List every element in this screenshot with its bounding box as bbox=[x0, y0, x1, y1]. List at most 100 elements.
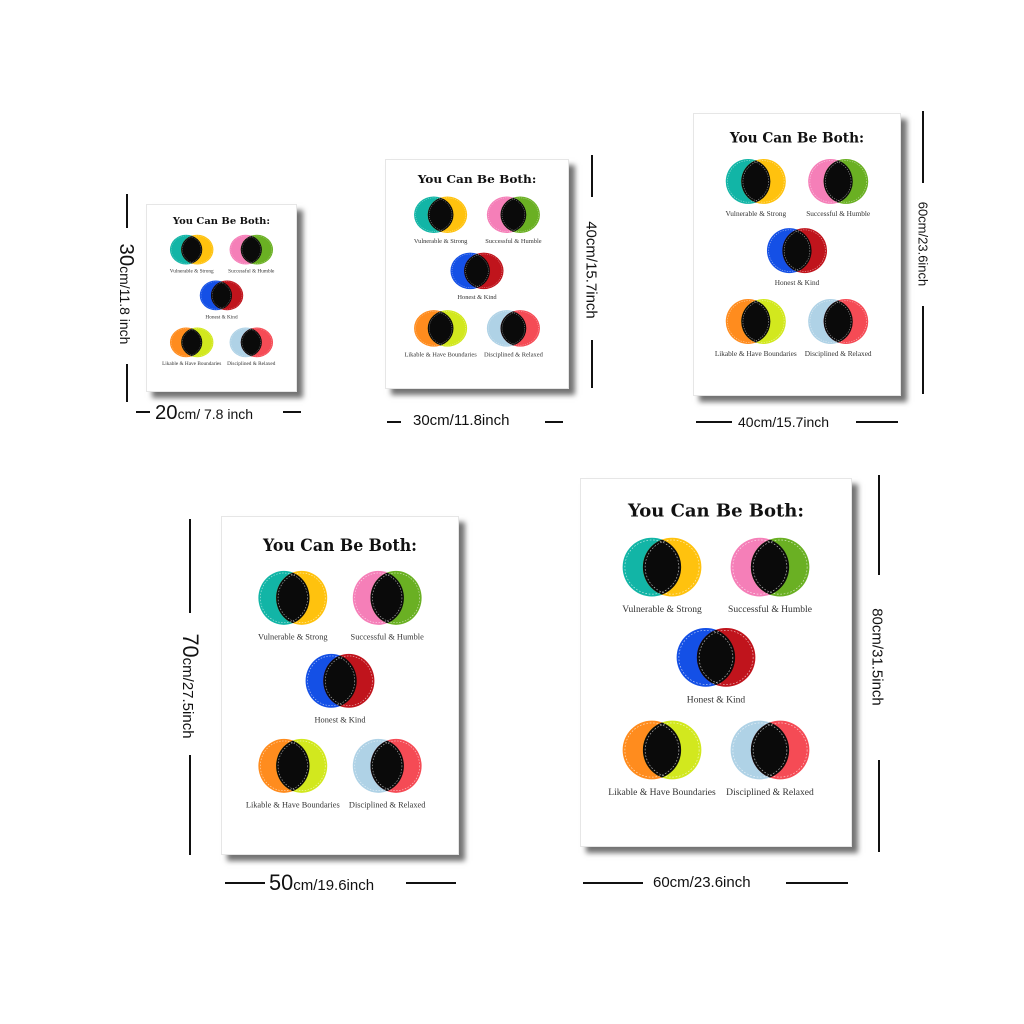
venn-pair: Disciplined & Relaxed bbox=[726, 720, 814, 798]
width-number: 50 bbox=[269, 870, 294, 895]
poster-20x30: You Can Be Both: Vulnerable & Strong Succe… bbox=[146, 204, 297, 392]
venn-pair: Successful & Humble bbox=[485, 196, 542, 245]
venn-label: Vulnerable & Strong bbox=[725, 209, 786, 218]
venn-pair: Honest & Kind bbox=[305, 653, 375, 724]
width-number: 20 bbox=[155, 402, 178, 424]
width-unit: cm/19.6inch bbox=[293, 877, 375, 894]
venn-pair: Successful & Humble bbox=[228, 234, 275, 275]
venn-pair: Disciplined & Relaxed bbox=[484, 310, 544, 358]
width-rule-right bbox=[545, 421, 563, 423]
width-text: 40cm/15.7inch bbox=[738, 414, 830, 430]
poster-art: You Can Be Both: Vulnerable & Strong Succe… bbox=[715, 130, 872, 358]
venn-label: Successful & Humble bbox=[806, 209, 870, 218]
height-text: 60cm/23.6inch bbox=[915, 201, 931, 287]
venn-label: Honest & Kind bbox=[314, 714, 366, 724]
height-unit: cm/27.5inch bbox=[178, 657, 196, 739]
venn-pair: Disciplined & Relaxed bbox=[805, 299, 872, 358]
width-rule-left bbox=[136, 411, 150, 413]
venn-pair: Vulnerable & Strong bbox=[725, 158, 786, 218]
height-number: 70 bbox=[177, 633, 203, 658]
venn-pair: Vulnerable & Strong bbox=[414, 196, 467, 245]
height-dimension-80: 80cm/31.5inch bbox=[868, 608, 886, 706]
width-unit: cm/ 7.8 inch bbox=[177, 406, 254, 422]
height-rule-bottom bbox=[189, 755, 191, 855]
height-dimension-40: 40cm/15.7inch bbox=[582, 221, 600, 319]
width-text: 60cm/23.6inch bbox=[653, 874, 751, 891]
height-dimension-70: 70cm/27.5inch bbox=[177, 633, 203, 739]
venn-label: Likable & Have Boundaries bbox=[608, 787, 716, 798]
venn-pair: Vulnerable & Strong bbox=[258, 570, 328, 641]
poster-art: You Can Be Both: Vulnerable & Strong Succe… bbox=[246, 536, 426, 810]
venn-label: Disciplined & Relaxed bbox=[349, 799, 426, 809]
height-unit: cm/11.8 inch bbox=[117, 266, 134, 345]
venn-pair: Successful & Humble bbox=[728, 537, 812, 615]
venn-label: Vulnerable & Strong bbox=[258, 631, 328, 641]
height-dimension-60: 60cm/23.6inch bbox=[915, 201, 931, 287]
venn-label: Disciplined & Relaxed bbox=[484, 352, 544, 359]
poster-art: You Can Be Both: Vulnerable & Strong Succe… bbox=[162, 216, 276, 367]
venn-label: Disciplined & Relaxed bbox=[726, 787, 814, 798]
height-dimension-30: 30cm/11.8 inch bbox=[115, 243, 138, 345]
venn-pair: Likable & Have Boundaries bbox=[608, 720, 716, 798]
width-rule-left bbox=[387, 421, 401, 423]
venn-label: Disciplined & Relaxed bbox=[227, 361, 276, 367]
height-rule-bottom bbox=[922, 306, 924, 394]
venn-pair: Likable & Have Boundaries bbox=[162, 327, 221, 367]
venn-pair: Likable & Have Boundaries bbox=[715, 299, 797, 358]
venn-pair: Honest & Kind bbox=[450, 252, 504, 301]
venn-pair: Honest & Kind bbox=[199, 280, 244, 320]
width-dimension-30: 30cm/11.8inch bbox=[413, 413, 509, 428]
poster-title: You Can Be Both: bbox=[729, 130, 864, 146]
height-text: 80cm/31.5inch bbox=[868, 608, 886, 706]
venn-label: Likable & Have Boundaries bbox=[162, 361, 221, 367]
venn-label: Successful & Humble bbox=[351, 631, 424, 641]
poster-art: You Can Be Both: Vulnerable & Strong Succe… bbox=[608, 500, 814, 798]
poster-50x70: You Can Be Both: Vulnerable & Strong Succe… bbox=[221, 516, 459, 855]
venn-label: Honest & Kind bbox=[457, 294, 497, 301]
width-rule-right bbox=[856, 421, 898, 423]
venn-label: Honest & Kind bbox=[775, 278, 820, 287]
poster-title: You Can Be Both: bbox=[417, 173, 537, 186]
height-text: 40cm/15.7inch bbox=[582, 221, 600, 319]
poster-title: You Can Be Both: bbox=[627, 500, 804, 521]
width-rule-left bbox=[583, 882, 643, 884]
width-rule-left bbox=[696, 421, 732, 423]
height-rule-top bbox=[878, 475, 880, 575]
venn-label: Honest & Kind bbox=[687, 695, 746, 706]
height-rule-bottom bbox=[126, 364, 128, 402]
venn-pair: Likable & Have Boundaries bbox=[404, 310, 477, 358]
width-dimension-60: 60cm/23.6inch bbox=[653, 875, 751, 890]
width-text: 30cm/11.8inch bbox=[413, 412, 510, 429]
width-rule-left bbox=[225, 882, 265, 884]
width-dimension-20: 20cm/ 7.8 inch bbox=[155, 403, 253, 423]
venn-label: Successful & Humble bbox=[485, 238, 542, 245]
width-rule-right bbox=[283, 411, 301, 413]
venn-pair: Honest & Kind bbox=[766, 228, 828, 287]
width-rule-right bbox=[786, 882, 848, 884]
venn-label: Vulnerable & Strong bbox=[622, 604, 702, 615]
poster-art: You Can Be Both: Vulnerable & Strong Succe… bbox=[404, 173, 544, 359]
venn-pair: Successful & Humble bbox=[351, 570, 424, 641]
venn-label: Successful & Humble bbox=[228, 268, 275, 275]
height-rule-top bbox=[189, 519, 191, 613]
height-rule-top bbox=[922, 111, 924, 183]
venn-label: Likable & Have Boundaries bbox=[246, 799, 341, 809]
poster-40x60: You Can Be Both: Vulnerable & Strong Succe… bbox=[693, 113, 901, 396]
poster-30x40: You Can Be Both: Vulnerable & Strong Succe… bbox=[385, 159, 569, 389]
height-rule-bottom bbox=[878, 760, 880, 852]
venn-label: Successful & Humble bbox=[728, 604, 812, 615]
venn-pair: Honest & Kind bbox=[676, 628, 756, 706]
venn-label: Vulnerable & Strong bbox=[414, 238, 467, 245]
height-rule-top bbox=[126, 194, 128, 228]
width-dimension-40: 40cm/15.7inch bbox=[738, 415, 829, 429]
height-rule-top bbox=[591, 155, 593, 197]
poster-60x80: You Can Be Both: Vulnerable & Strong Succe… bbox=[580, 478, 852, 847]
venn-label: Vulnerable & Strong bbox=[170, 269, 214, 275]
width-rule-right bbox=[406, 882, 456, 884]
venn-pair: Disciplined & Relaxed bbox=[349, 738, 426, 809]
height-number: 30 bbox=[115, 243, 138, 267]
venn-pair: Successful & Humble bbox=[806, 158, 870, 218]
venn-pair: Vulnerable & Strong bbox=[622, 537, 702, 615]
height-rule-bottom bbox=[591, 340, 593, 388]
venn-pair: Vulnerable & Strong bbox=[170, 234, 214, 275]
